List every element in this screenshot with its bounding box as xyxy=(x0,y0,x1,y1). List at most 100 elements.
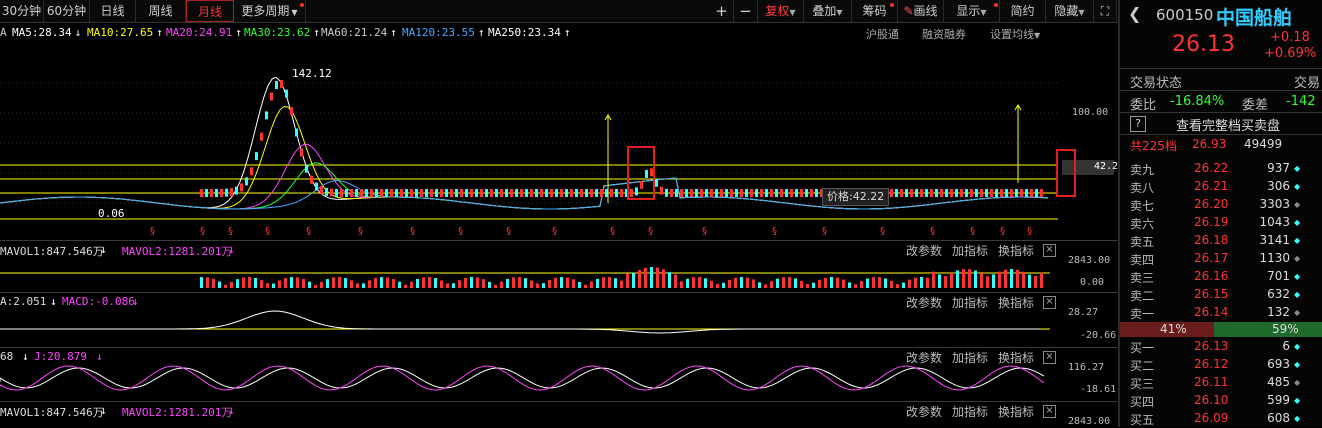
link-set-ma[interactable]: 设置均线▼ xyxy=(990,26,1040,42)
volume-bar xyxy=(860,281,863,288)
ask-row[interactable]: 卖一 26.14 132 ◆ xyxy=(1120,304,1322,322)
candle xyxy=(460,189,463,197)
overlay-button[interactable]: 叠加▼ xyxy=(804,0,852,22)
candle xyxy=(395,189,398,197)
bid-row[interactable]: 买三 26.11 485 ◆ xyxy=(1120,374,1322,392)
switch-indicator-button[interactable]: 换指标 xyxy=(998,294,1034,311)
close-icon[interactable]: × xyxy=(1043,405,1056,418)
hide-button[interactable]: 隐藏▼ xyxy=(1046,0,1094,22)
link-margin-trading[interactable]: 融资融券 xyxy=(922,26,966,42)
dividend-marker-icon: § xyxy=(200,226,205,237)
full-book-link[interactable]: 查看完整档买卖盘 xyxy=(1176,115,1280,134)
dividend-marker-icon: § xyxy=(506,226,511,237)
bid-row[interactable]: 买四 26.10 599 ◆ xyxy=(1120,392,1322,410)
change-param-button[interactable]: 改参数 xyxy=(906,349,942,366)
candle xyxy=(710,189,713,197)
volume-bar xyxy=(524,278,527,288)
period-30min[interactable]: 30分钟 xyxy=(0,0,44,22)
ask-row[interactable]: 卖四 26.17 1130 ◆ xyxy=(1120,250,1322,268)
add-indicator-button[interactable]: 加指标 xyxy=(952,242,988,259)
price-chart[interactable]: § § § § § § § § § § § § § § § § § § § § xyxy=(0,43,1117,237)
volume-bar xyxy=(476,277,479,288)
axis-top-label: 116.27 xyxy=(1068,362,1105,373)
candle xyxy=(410,189,413,197)
period-more[interactable]: 更多周期 ▼ xyxy=(234,0,306,22)
fullscreen-icon[interactable]: ⛶ xyxy=(1094,0,1117,22)
weicha-value: -142 xyxy=(1286,94,1316,109)
axis-top-label: 2843.00 xyxy=(1068,255,1111,266)
volume-bar xyxy=(284,278,287,288)
candle xyxy=(325,187,328,196)
change-param-button[interactable]: 改参数 xyxy=(906,242,942,259)
axis-bottom-label: -18.61 xyxy=(1080,384,1117,395)
change-param-button[interactable]: 改参数 xyxy=(906,403,942,420)
add-indicator-button[interactable]: 加指标 xyxy=(952,349,988,366)
volume-bar xyxy=(596,278,599,288)
volume-bar xyxy=(806,283,809,288)
level-price: 26.20 xyxy=(1194,197,1229,211)
volume-bar xyxy=(884,278,887,288)
link-shanghai-connect[interactable]: 沪股通 xyxy=(866,26,899,42)
candle xyxy=(345,189,348,197)
level-label: 卖五 xyxy=(1130,235,1155,249)
help-icon[interactable]: ? xyxy=(1130,116,1146,132)
sell-ratio-bar xyxy=(1214,322,1322,337)
simple-button[interactable]: 简约 xyxy=(1000,0,1046,22)
ask-row[interactable]: 卖三 26.16 701 ◆ xyxy=(1120,268,1322,286)
add-indicator-button[interactable]: 加指标 xyxy=(952,294,988,311)
close-icon[interactable]: × xyxy=(1043,244,1056,257)
arrow-up-icon: ↑ xyxy=(313,26,320,39)
bid-row[interactable]: 买五 26.09 608 ◆ xyxy=(1120,410,1322,428)
candle xyxy=(205,189,208,197)
switch-indicator-button[interactable]: 换指标 xyxy=(998,242,1034,259)
period-day[interactable]: 日线 xyxy=(90,0,136,22)
ask-row[interactable]: 卖八 26.21 306 ◆ xyxy=(1120,178,1322,196)
volume-bar xyxy=(422,277,425,288)
quote-panel: ❮ 600150 中国船舶 26.13 +0.18 +0.69% 交易状态 交易… xyxy=(1118,0,1322,427)
close-icon[interactable]: × xyxy=(1043,296,1056,309)
adjust-button[interactable]: 复权▼ xyxy=(758,0,804,22)
display-button[interactable]: 显示▼ xyxy=(944,0,1000,22)
candle xyxy=(230,188,233,197)
candle xyxy=(770,189,773,197)
ma-line xyxy=(0,143,1049,210)
volume-bar xyxy=(458,280,461,288)
ask-row[interactable]: 卖五 26.18 3141 ◆ xyxy=(1120,232,1322,250)
candle xyxy=(690,189,693,197)
level-label: 卖六 xyxy=(1130,217,1155,231)
ask-row[interactable]: 卖七 26.20 3303 ◆ xyxy=(1120,196,1322,214)
candle xyxy=(765,189,768,197)
volume-bar xyxy=(590,281,593,288)
volume-bar xyxy=(692,277,695,288)
bid-row[interactable]: 买二 26.12 693 ◆ xyxy=(1120,356,1322,374)
back-arrow-icon[interactable]: ❮ xyxy=(1128,4,1141,23)
draw-button[interactable]: ✎画线 xyxy=(898,0,944,22)
diamond-icon: ◆ xyxy=(1294,200,1301,209)
candle xyxy=(965,189,968,197)
volume-bar xyxy=(758,282,761,288)
volume-bar xyxy=(398,281,401,288)
candle xyxy=(275,81,278,89)
period-60min[interactable]: 60分钟 xyxy=(44,0,90,22)
close-icon[interactable]: × xyxy=(1043,351,1056,364)
volume-bar xyxy=(506,278,509,288)
switch-indicator-button[interactable]: 换指标 xyxy=(998,349,1034,366)
volume-bar xyxy=(866,278,869,288)
volume-bar xyxy=(326,279,329,288)
volume-bar xyxy=(614,278,617,288)
zoom-in-button[interactable]: + xyxy=(710,0,734,22)
volume-bar xyxy=(734,277,737,288)
add-indicator-button[interactable]: 加指标 xyxy=(952,403,988,420)
period-month[interactable]: 月线 xyxy=(186,0,234,22)
volume-bar xyxy=(968,269,971,288)
bid-row[interactable]: 买一 26.13 6 ◆ xyxy=(1120,338,1322,356)
arrow-up-icon: ↑ xyxy=(390,26,397,39)
ask-row[interactable]: 卖九 26.22 937 ◆ xyxy=(1120,160,1322,178)
period-week[interactable]: 周线 xyxy=(136,0,186,22)
candle xyxy=(940,189,943,197)
ask-row[interactable]: 卖六 26.19 1043 ◆ xyxy=(1120,214,1322,232)
switch-indicator-button[interactable]: 换指标 xyxy=(998,403,1034,420)
zoom-out-button[interactable]: − xyxy=(734,0,758,22)
ask-row[interactable]: 卖二 26.15 632 ◆ xyxy=(1120,286,1322,304)
change-param-button[interactable]: 改参数 xyxy=(906,294,942,311)
